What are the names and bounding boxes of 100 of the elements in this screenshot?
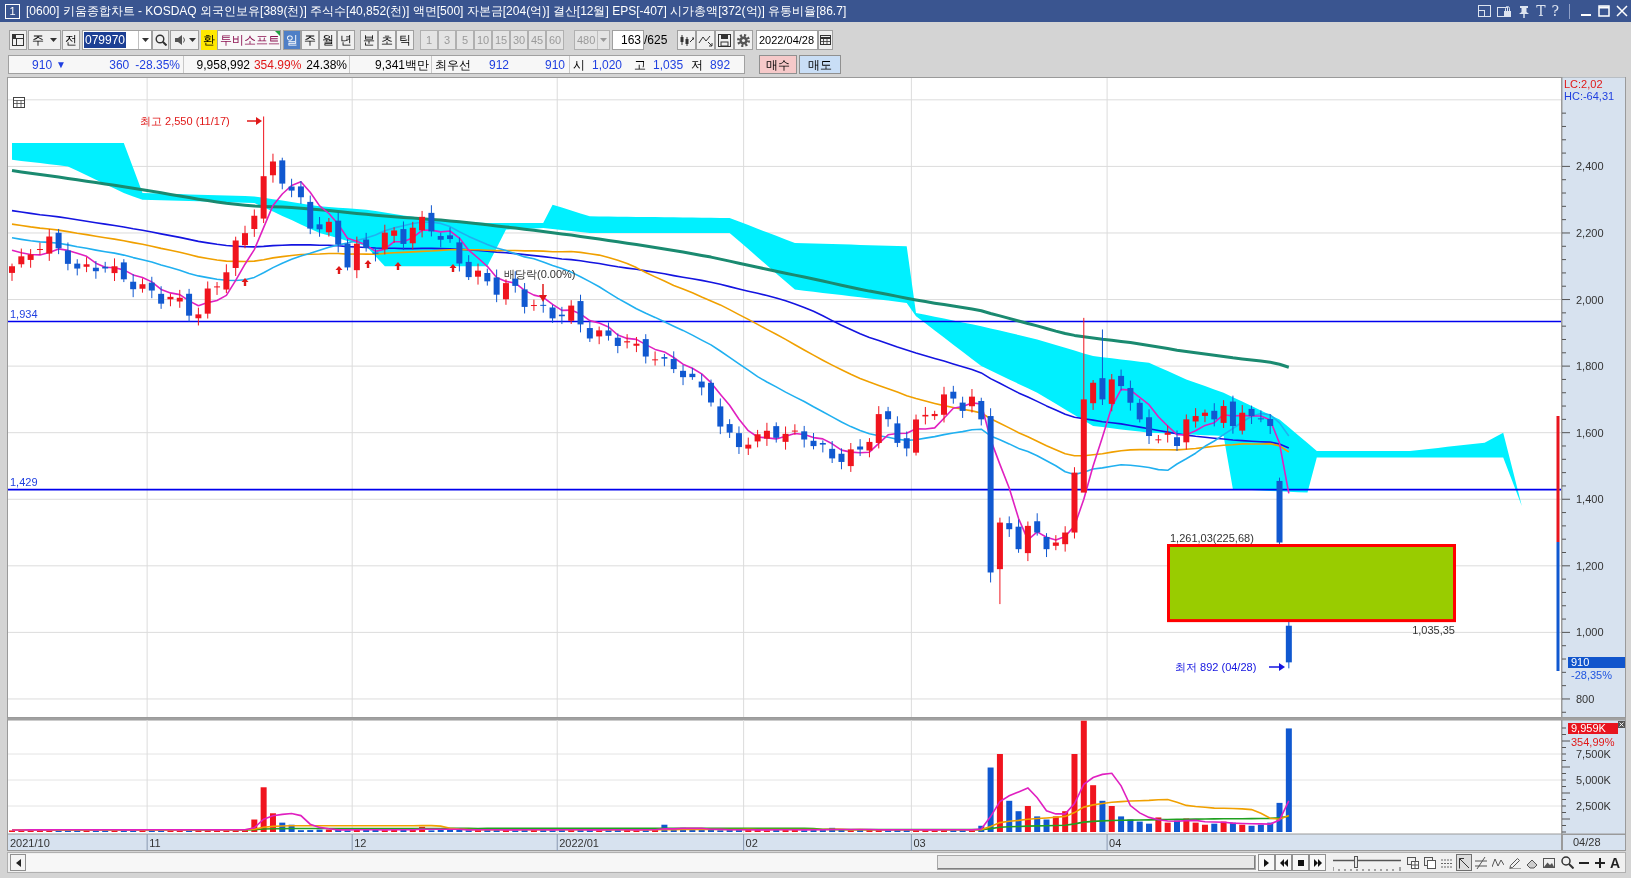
tool-button[interactable] [734,30,753,50]
time-axis-label: 11 [149,837,161,849]
level-label: 1,429 [10,475,38,488]
time-unit-tab[interactable]: 분 [360,30,378,50]
corner-flag-icon [275,31,280,36]
current-price: 910 [32,58,53,71]
left-triangle-icon [15,858,21,867]
window-title: [0600] 키움종합차트 - KOSDAQ 외국인보유[389(천)] 주식수[40,852(천)] 액면[500] 자본금[204(억)] 결산[12월] EPS[-407] 시가총액[372(억)] 유통비율[86.7] [26,3,847,20]
scrollbar-thumb[interactable] [937,855,1256,870]
signal-arrow-icon [449,264,457,272]
arrow-line-icon [1458,856,1470,869]
buy-button[interactable]: 매수 [759,55,797,74]
signal-arrow-icon [394,262,402,270]
change-rate: -28.35% [135,58,180,71]
price-value: 1,020 [592,58,623,71]
caret-icon [50,38,57,42]
axis-tick-label: 2,500K [1576,800,1611,812]
price-label: 고 [634,58,647,71]
axis-tick-label: 1,800 [1576,360,1604,373]
time-unit-tab[interactable]: 틱 [396,30,414,50]
caret-icon[interactable] [141,38,149,42]
stop-icon [1295,857,1306,868]
ask-price: 912 [488,58,509,71]
caret-icon [188,38,196,42]
low-marker-arrow [1268,663,1285,671]
layout-button[interactable] [9,30,27,50]
text-style-button[interactable]: T [1536,4,1546,18]
current-date-label: 04/28 [1562,834,1626,851]
scroll-right-button[interactable] [1258,854,1275,871]
volume-value: 9,958,992 [196,58,250,71]
pencil-icon [1509,856,1521,869]
axis-tick-label: 1,400 [1576,493,1604,506]
zoom-slider[interactable] [1333,854,1401,871]
signal-arrow-icon [241,278,249,286]
stock-name-field[interactable]: 투비소프트 [217,30,281,50]
bar-total-label: /625 [644,34,669,46]
search-icon[interactable] [1561,856,1574,869]
date-field[interactable]: 2022/04/28 [756,30,818,50]
maximize-icon[interactable] [1598,5,1610,17]
high-marker-arrow [246,117,262,125]
price-value: 892 [710,58,731,71]
axis-tick-label: 2,400 [1576,160,1604,173]
axis-tick-label: 1,000 [1576,626,1604,639]
previous-button[interactable]: 전 [62,30,80,50]
time-axis-label: 02 [745,837,758,849]
best-quote-label: 최우선 [435,58,471,71]
time-axis-label: 03 [913,837,926,849]
drawing-tool-button[interactable] [1405,854,1421,871]
window-layout-icon[interactable] [1478,5,1492,17]
drawing-tool-button[interactable] [1422,854,1438,871]
save-icon [717,32,732,48]
time-axis-label: 12 [354,837,367,849]
sell-button[interactable]: 매도 [799,55,841,74]
time-unit-tab[interactable]: 초 [378,30,396,50]
drawing-tool-button[interactable] [1473,854,1489,871]
dashed-lines-icon [1441,856,1453,869]
trade-value: 9,341백만 [374,58,429,71]
search-button[interactable] [152,30,169,50]
volume-ratio: 354.99% [253,58,302,71]
calendar-icon [820,35,831,45]
pin-icon[interactable] [1518,4,1531,18]
picture-icon [1543,856,1555,869]
axis-tick-label: 7,500K [1576,748,1611,760]
close-icon[interactable] [1616,5,1628,17]
calendar-button[interactable] [818,30,833,50]
last-price-badge: 910 [1568,656,1625,668]
lc-indicator-label: LC:2,02 [1564,78,1603,90]
low-price-note: 최저 892 (04/28) [1175,661,1257,673]
price-label: 저 [691,58,704,71]
window-lock-icon[interactable] [1497,4,1513,18]
sound-menu-button[interactable] [170,30,199,50]
drawing-tool-button[interactable] [1456,854,1472,871]
rewind-button[interactable] [1275,854,1292,871]
axis-tick-label: 5,000K [1576,774,1611,786]
fast-forward-button[interactable] [1309,854,1326,871]
help-button[interactable]: ? [1551,4,1559,18]
period-tab[interactable]: 년 [337,30,355,50]
box-top-label: 1,261,03(225,68) [1170,531,1254,544]
period-tab[interactable]: 월 [319,30,337,50]
plus-icon[interactable] [1594,856,1606,869]
axis-tick-label: 1,600 [1576,426,1604,439]
market-dropdown[interactable]: 주 [28,30,61,50]
period-tab[interactable]: 주 [301,30,319,50]
tool-button[interactable] [715,30,734,50]
tool-button[interactable] [677,30,696,50]
period-tab[interactable]: 일 [283,30,301,50]
zigzag-icon [1492,856,1504,869]
last-volume-badge: 9,959K [1568,722,1618,734]
font-size-button[interactable]: A [1610,855,1621,870]
zoom-slider-thumb[interactable] [1354,855,1359,868]
stop-button[interactable] [1292,854,1309,871]
stock-code-field[interactable]: 079970 [82,30,152,50]
scroll-left-button[interactable] [10,854,26,871]
tool-button[interactable] [696,30,715,50]
bar-count-field[interactable]: 163 [612,30,644,50]
table-icon[interactable] [13,97,25,108]
hc-indicator-label: HC:-64,31 [1564,90,1615,102]
search-icon [154,34,167,46]
box-bottom-label: 1,035,35 [1412,623,1455,636]
close-icon[interactable] [1618,721,1625,728]
